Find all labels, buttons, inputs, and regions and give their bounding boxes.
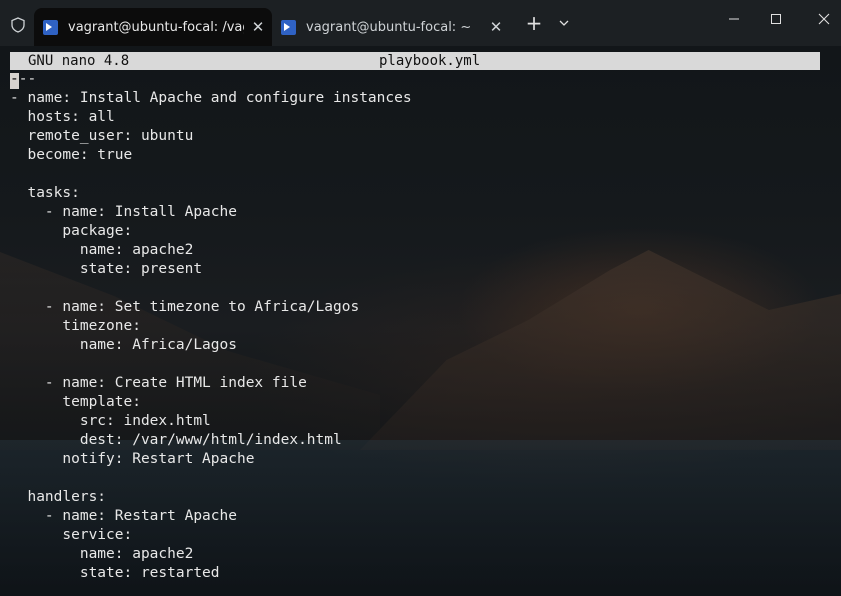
- tab-label: vagrant@ubuntu-focal: /vag: [68, 19, 244, 35]
- code-line: template:: [10, 394, 141, 410]
- code-line: package:: [10, 223, 133, 239]
- powershell-icon: [43, 19, 58, 35]
- code-line: hosts: all: [10, 109, 115, 125]
- nano-filename: playbook.yml: [379, 53, 481, 69]
- code-line: become: true: [10, 147, 133, 163]
- new-tab-button[interactable]: +: [519, 8, 549, 38]
- tab-vagrant-home[interactable]: vagrant@ubuntu-focal: ~ ✕: [272, 8, 510, 46]
- shield-icon: [10, 17, 26, 33]
- code-line: service:: [10, 527, 133, 543]
- code-line: name: apache2: [10, 546, 194, 562]
- code-line: notify: Restart Apache: [10, 451, 255, 467]
- title-bar: vagrant@ubuntu-focal: /vag ✕ vagrant@ubu…: [0, 0, 841, 46]
- powershell-icon: [281, 19, 296, 35]
- code-line: state: restarted: [10, 565, 220, 581]
- close-icon[interactable]: ✕: [482, 18, 510, 36]
- code-line: name: apache2: [10, 242, 194, 258]
- close-icon[interactable]: ✕: [244, 18, 272, 36]
- code-line: state: present: [10, 261, 203, 277]
- code-line: - name: Restart Apache: [10, 508, 237, 524]
- code-line: - name: Install Apache: [10, 204, 237, 220]
- code-line: name: Africa/Lagos: [10, 337, 237, 353]
- chevron-down-icon[interactable]: [549, 8, 579, 38]
- maximize-button[interactable]: [758, 4, 794, 34]
- text-cursor: [10, 73, 19, 89]
- minimize-button[interactable]: [716, 4, 752, 34]
- code-line: - name: Create HTML index file: [10, 375, 307, 391]
- file-content[interactable]: --- - name: Install Apache and configure …: [10, 70, 412, 583]
- tab-vagrant-vag[interactable]: vagrant@ubuntu-focal: /vag ✕: [34, 8, 272, 46]
- nano-header-bar: GNU nano 4.8 playbook.yml: [10, 52, 820, 70]
- nano-version: GNU nano 4.8: [28, 53, 130, 69]
- terminal-window: vagrant@ubuntu-focal: /vag ✕ vagrant@ubu…: [0, 0, 841, 596]
- tab-label: vagrant@ubuntu-focal: ~: [306, 19, 472, 35]
- code-line: dest: /var/www/html/index.html: [10, 432, 342, 448]
- code-line: ---: [10, 71, 37, 87]
- code-line: remote_user: ubuntu: [10, 128, 194, 144]
- code-line: tasks:: [10, 185, 80, 201]
- code-line: timezone:: [10, 318, 141, 334]
- window-close-button[interactable]: [806, 4, 841, 34]
- code-line: - name: Set timezone to Africa/Lagos: [10, 299, 360, 315]
- background-mountain: [360, 250, 841, 450]
- code-line: src: index.html: [10, 413, 211, 429]
- code-line: handlers:: [10, 489, 107, 505]
- code-line: - name: Install Apache and configure ins…: [10, 90, 412, 106]
